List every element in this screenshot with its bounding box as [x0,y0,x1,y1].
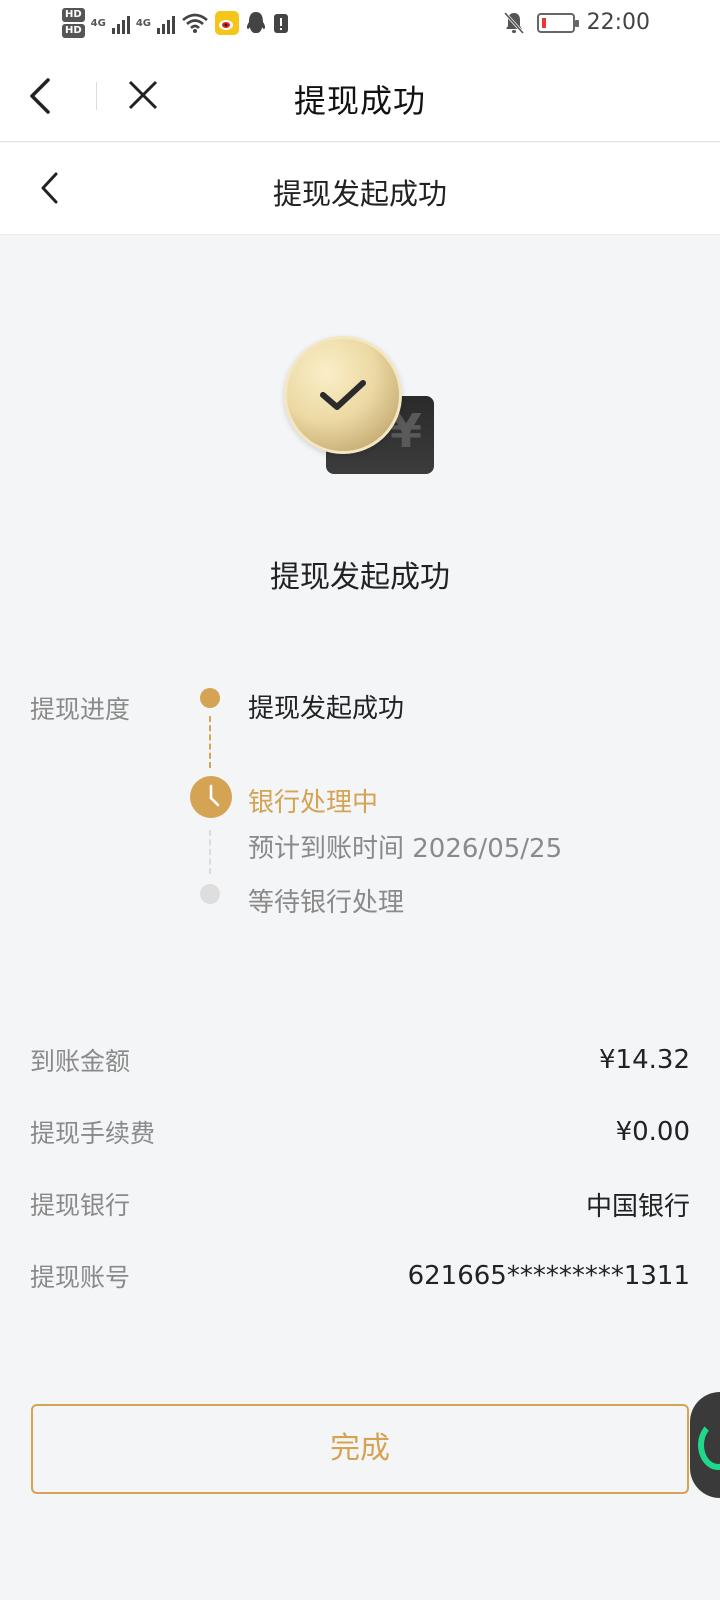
weibo-icon [215,11,240,35]
hd-icon: HD HD [62,8,85,38]
clock-icon [190,776,232,818]
webview-navbar: 提现成功 [0,50,720,142]
withdrawal-details: 到账金额 ¥14.32 提现手续费 ¥0.00 提现银行 中国银行 提现账号 6… [30,1024,690,1312]
detail-key: 提现账号 [30,1263,131,1292]
status-right-icons: 22:00 [503,10,650,35]
network-type-1: 4G [90,17,106,29]
step-pending-dot [200,884,220,904]
hd-badge-2: HD [62,24,85,38]
step-connector-pending [209,830,211,874]
alert-icon [274,14,289,33]
success-message: 提现发起成功 [270,560,450,595]
detail-row-bank: 提现银行 中国银行 [30,1168,690,1240]
step-2-text: 银行处理中 [248,788,379,818]
page-navbar: 提现发起成功 [0,143,720,235]
detail-row-amount: 到账金额 ¥14.32 [30,1024,690,1096]
battery-icon [536,12,579,33]
progress-label: 提现进度 [30,695,131,724]
step-3-text: 等待银行处理 [248,888,405,918]
signal-icon [111,12,130,34]
floating-assistant-handle[interactable] [690,1392,720,1498]
detail-value: ¥0.00 [615,1117,690,1147]
status-bar: HD HD 4G 4G 22:00 [0,0,720,50]
webview-title: 提现成功 [293,82,426,120]
qq-icon [246,12,266,33]
detail-value: ¥14.32 [599,1045,690,1075]
network-type-2: 4G [135,17,152,29]
step-done-dot [200,688,220,708]
success-coin-wallet-icon: ¥ [284,336,434,476]
detail-key: 到账金额 [30,1047,131,1076]
checkmark-icon [320,380,366,410]
detail-row-account: 提现账号 621665*********1311 [30,1240,690,1312]
signal-icon-2 [157,12,176,34]
done-button[interactable]: 完成 [31,1404,689,1494]
hd-badge-1: HD [62,8,85,22]
step-connector-active [209,716,211,768]
step-1-text: 提现发起成功 [248,694,405,724]
detail-key: 提现银行 [30,1191,131,1220]
mute-bell-icon [503,11,524,34]
checkmark-coin-icon [284,336,402,454]
detail-value: 621665*********1311 [407,1261,690,1291]
wifi-icon [182,13,208,33]
floating-ring-icon [698,1420,720,1470]
status-time: 22:00 [586,10,650,35]
detail-value: 中国银行 [585,1191,690,1222]
progress-timeline: 提现发起成功 银行处理中 预计到账时间 2026/05/25 等待银行处理 [190,680,690,940]
status-left-icons: HD HD 4G 4G [62,8,289,38]
page-title: 提现发起成功 [272,177,447,211]
detail-row-fee: 提现手续费 ¥0.00 [30,1096,690,1168]
step-2-eta: 预计到账时间 2026/05/25 [248,834,563,864]
detail-key: 提现手续费 [30,1119,156,1148]
